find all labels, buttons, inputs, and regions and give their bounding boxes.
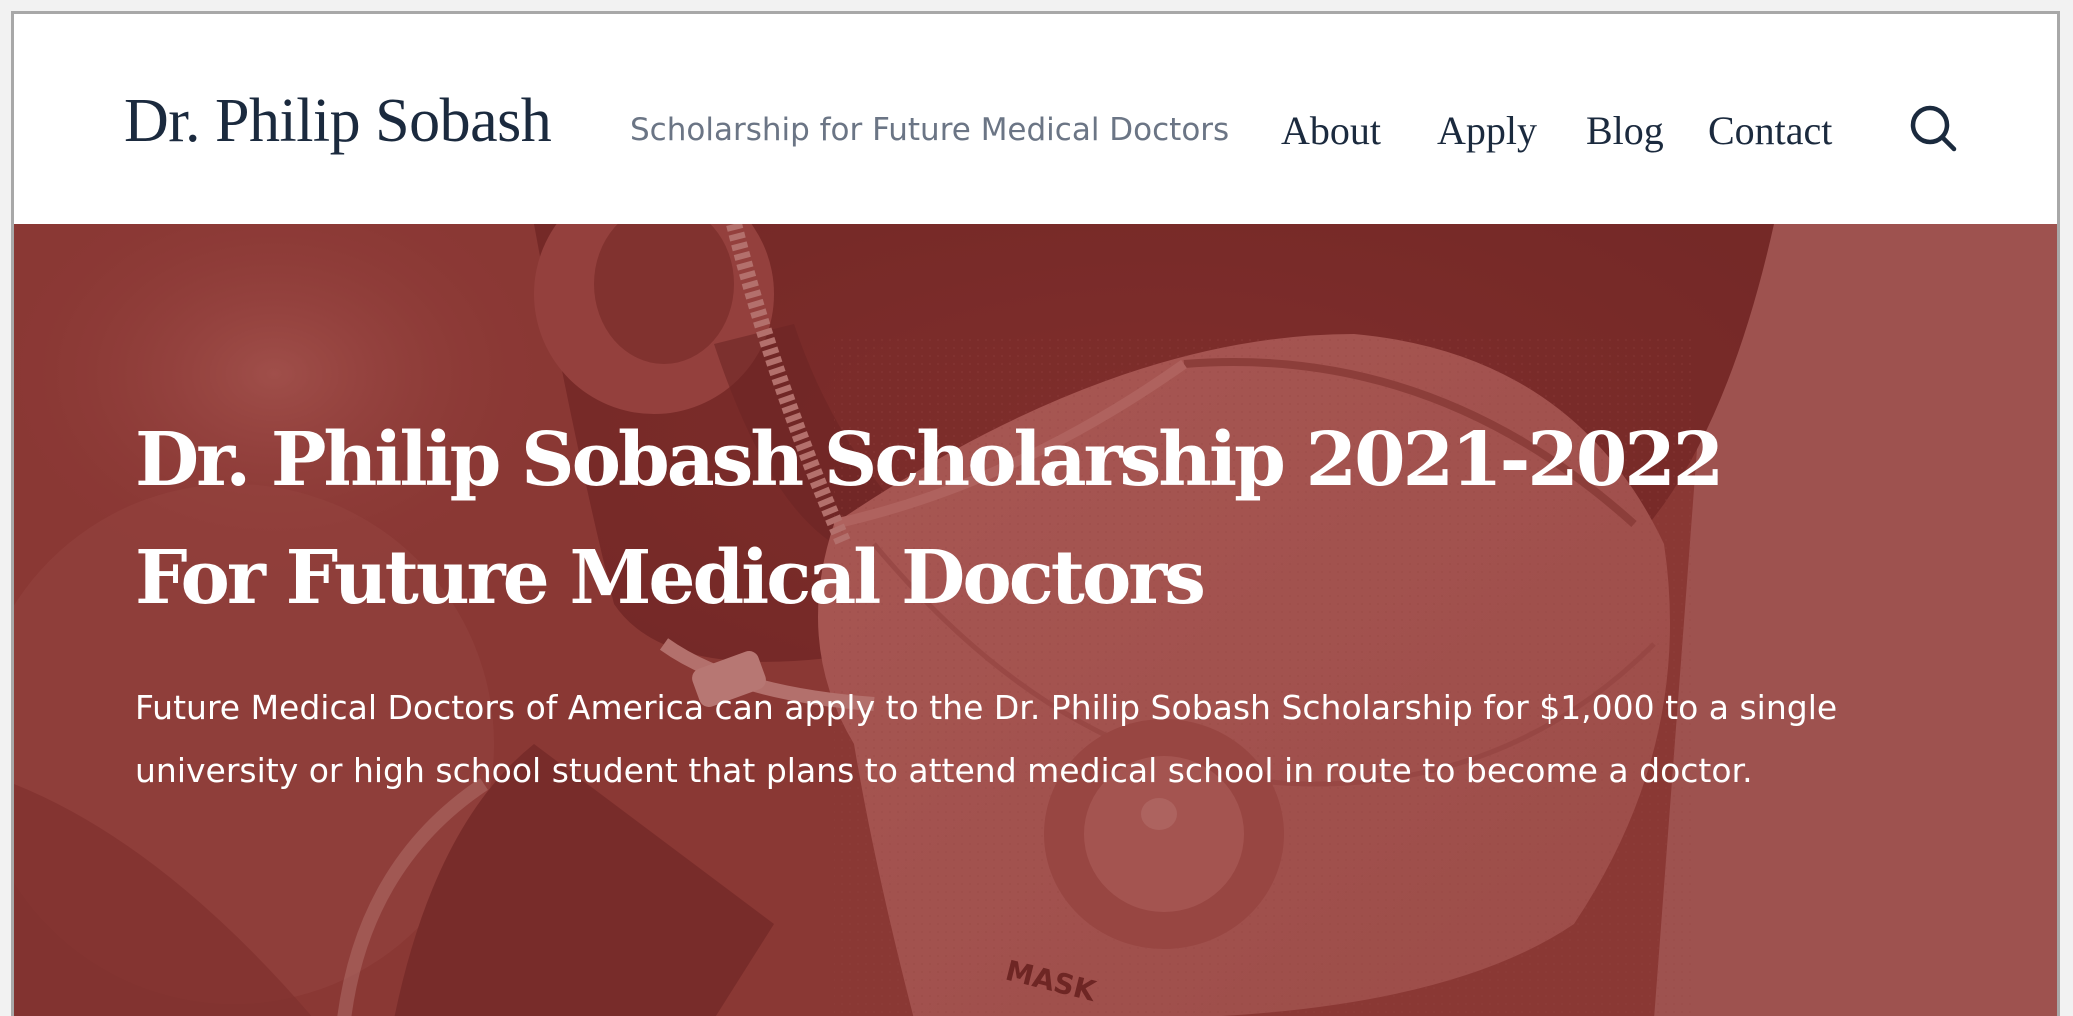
nav-contact[interactable]: Contact	[1708, 107, 1832, 154]
main-nav: About Apply Blog Contact	[14, 107, 2057, 157]
browser-viewport: Dr. Philip Sobash Scholarship for Future…	[11, 11, 2060, 1016]
nav-apply[interactable]: Apply	[1437, 107, 1537, 154]
nav-about[interactable]: About	[1281, 107, 1381, 154]
search-icon	[1910, 105, 1957, 152]
hero-title-line-1: Dr. Philip Sobash Scholarship 2021-2022	[135, 417, 1724, 503]
hero-banner: MASK Dr. Philip Sobash Scholarship 2021-…	[14, 224, 2057, 1016]
hero-title: Dr. Philip Sobash Scholarship 2021-2022 …	[135, 401, 1724, 637]
hero-description: Future Medical Doctors of America can ap…	[135, 688, 1838, 790]
nav-blog[interactable]: Blog	[1586, 107, 1664, 154]
search-button[interactable]	[1907, 102, 1959, 154]
site-header: Dr. Philip Sobash Scholarship for Future…	[14, 14, 2057, 224]
hero-title-line-2: For Future Medical Doctors	[135, 535, 1206, 621]
